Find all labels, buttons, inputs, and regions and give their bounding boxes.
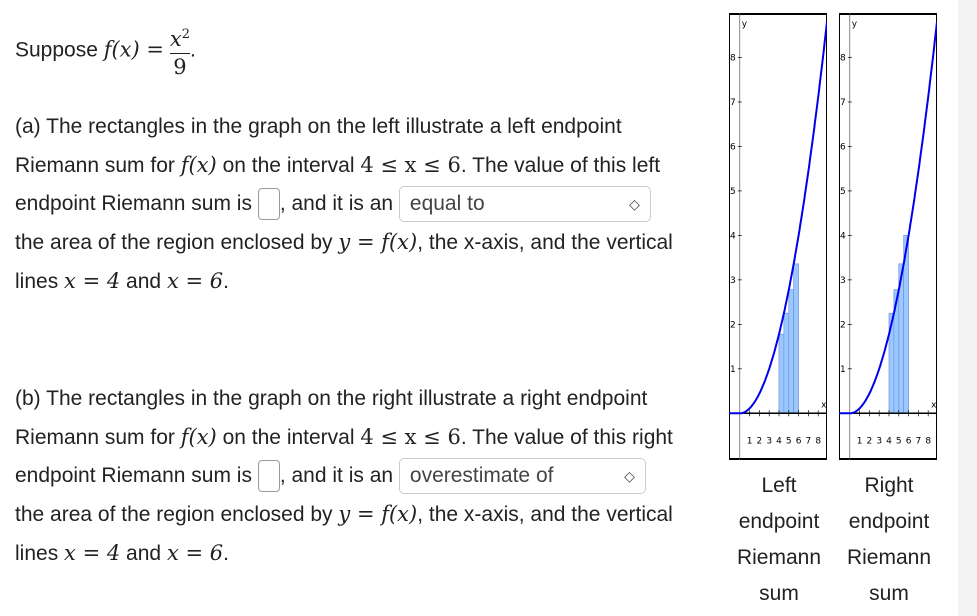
riemann-rectangle — [783, 312, 790, 414]
plot-frame — [839, 13, 937, 460]
text: . — [223, 542, 229, 565]
left-caption: Left endpoint Riemann sum — [736, 474, 822, 605]
y-tick-label: 7 — [730, 98, 736, 108]
intro-text: Suppose — [15, 38, 98, 62]
x-tick-label: 8 — [925, 436, 931, 446]
text: , and it is an — [279, 192, 394, 215]
y-tick-label: 8 — [840, 53, 846, 63]
math: f(x) — [180, 425, 217, 449]
math: y = f(x) — [338, 230, 418, 254]
math: y = f(x) — [338, 502, 418, 526]
numerator: x — [169, 27, 182, 51]
y-tick-label: 6 — [840, 142, 846, 152]
exponent: 2 — [181, 27, 190, 42]
left-riemann-graph: 1 2 3 4 5 6 7 812345678xy — [729, 13, 827, 460]
x-tick-label: 6 — [906, 436, 912, 446]
text: , and it is an — [279, 464, 394, 487]
text: on the interval — [222, 154, 355, 177]
text: the area of the region enclosed by — [15, 503, 333, 526]
comparison-select-a[interactable]: equal to ◇ — [398, 186, 651, 223]
x-tick-label: 7 — [806, 436, 812, 446]
math: 4 ≤ x ≤ 6 — [360, 153, 461, 177]
y-tick-label: 3 — [840, 276, 846, 286]
x-axis-label: x — [931, 400, 937, 410]
math: 4 ≤ x ≤ 6 — [360, 425, 461, 449]
x-tick-label: 1 — [747, 436, 753, 446]
riemann-rectangle — [793, 263, 799, 414]
x-tick-label: 4 — [776, 436, 782, 446]
x-tick-label: 2 — [867, 436, 873, 446]
y-tick-label: 5 — [730, 187, 736, 197]
x-axis-label: x — [821, 400, 827, 410]
chevron-updown-icon: ◇ — [629, 196, 640, 213]
x-tick-label: 5 — [896, 436, 902, 446]
select-value: equal to — [409, 192, 485, 216]
part-b: (b) The rectangles in the graph on the r… — [15, 380, 675, 573]
select-value: overestimate of — [409, 464, 554, 488]
math: f(x) — [180, 153, 217, 177]
x-tick-label: 3 — [766, 436, 772, 446]
x-tick-label: 6 — [796, 436, 802, 446]
right-sum-answer-input[interactable] — [257, 460, 280, 493]
y-tick-label: 2 — [730, 320, 736, 330]
y-tick-label: 4 — [730, 231, 736, 241]
riemann-rectangle — [788, 289, 795, 414]
y-tick-label: 3 — [730, 276, 736, 286]
denominator: 9 — [173, 55, 187, 79]
y-axis-label: y — [852, 19, 858, 29]
comparison-select-b[interactable]: overestimate of ◇ — [398, 458, 646, 495]
x-tick-label: 5 — [786, 436, 792, 446]
y-tick-label: 8 — [730, 53, 736, 63]
right-caption: Right endpoint Riemann sum — [846, 474, 932, 605]
text: and — [126, 542, 162, 565]
left-sum-answer-input[interactable] — [257, 188, 280, 221]
func-lhs: f(x) = — [103, 37, 165, 62]
y-tick-label: 6 — [730, 142, 736, 152]
y-tick-label: 5 — [840, 187, 846, 197]
right-riemann-graph: 1 2 3 4 5 6 7 812345678xy — [839, 13, 937, 460]
part-a: (a) The rectangles in the graph on the l… — [15, 108, 675, 301]
text: on the interval — [222, 426, 355, 449]
x-tick-label: 4 — [886, 436, 892, 446]
x-tick-label: 1 — [857, 436, 863, 446]
x-tick-label: 2 — [757, 436, 763, 446]
text: . — [223, 270, 229, 293]
text: and — [126, 270, 162, 293]
chevron-updown-icon: ◇ — [624, 468, 635, 485]
plot-frame — [729, 13, 827, 460]
math: x = 4 — [64, 269, 121, 293]
y-tick-label: 4 — [840, 231, 846, 241]
riemann-rectangle — [778, 333, 785, 414]
y-tick-label: 1 — [840, 365, 846, 375]
x-tick-label: 8 — [815, 436, 821, 446]
x-tick-label: 7 — [916, 436, 922, 446]
fraction: x2 9 — [169, 22, 190, 80]
math: x = 4 — [64, 541, 121, 565]
math: x = 6 — [166, 269, 224, 293]
y-tick-label: 2 — [840, 320, 846, 330]
math: x = 6 — [166, 541, 224, 565]
scrollbar[interactable] — [958, 0, 977, 616]
y-tick-label: 7 — [840, 98, 846, 108]
text: the area of the region enclosed by — [15, 231, 333, 254]
function-definition: Suppose f(x) = x2 9. — [15, 22, 675, 80]
x-tick-label: 3 — [876, 436, 882, 446]
y-tick-label: 1 — [730, 365, 736, 375]
y-axis-label: y — [742, 19, 748, 29]
